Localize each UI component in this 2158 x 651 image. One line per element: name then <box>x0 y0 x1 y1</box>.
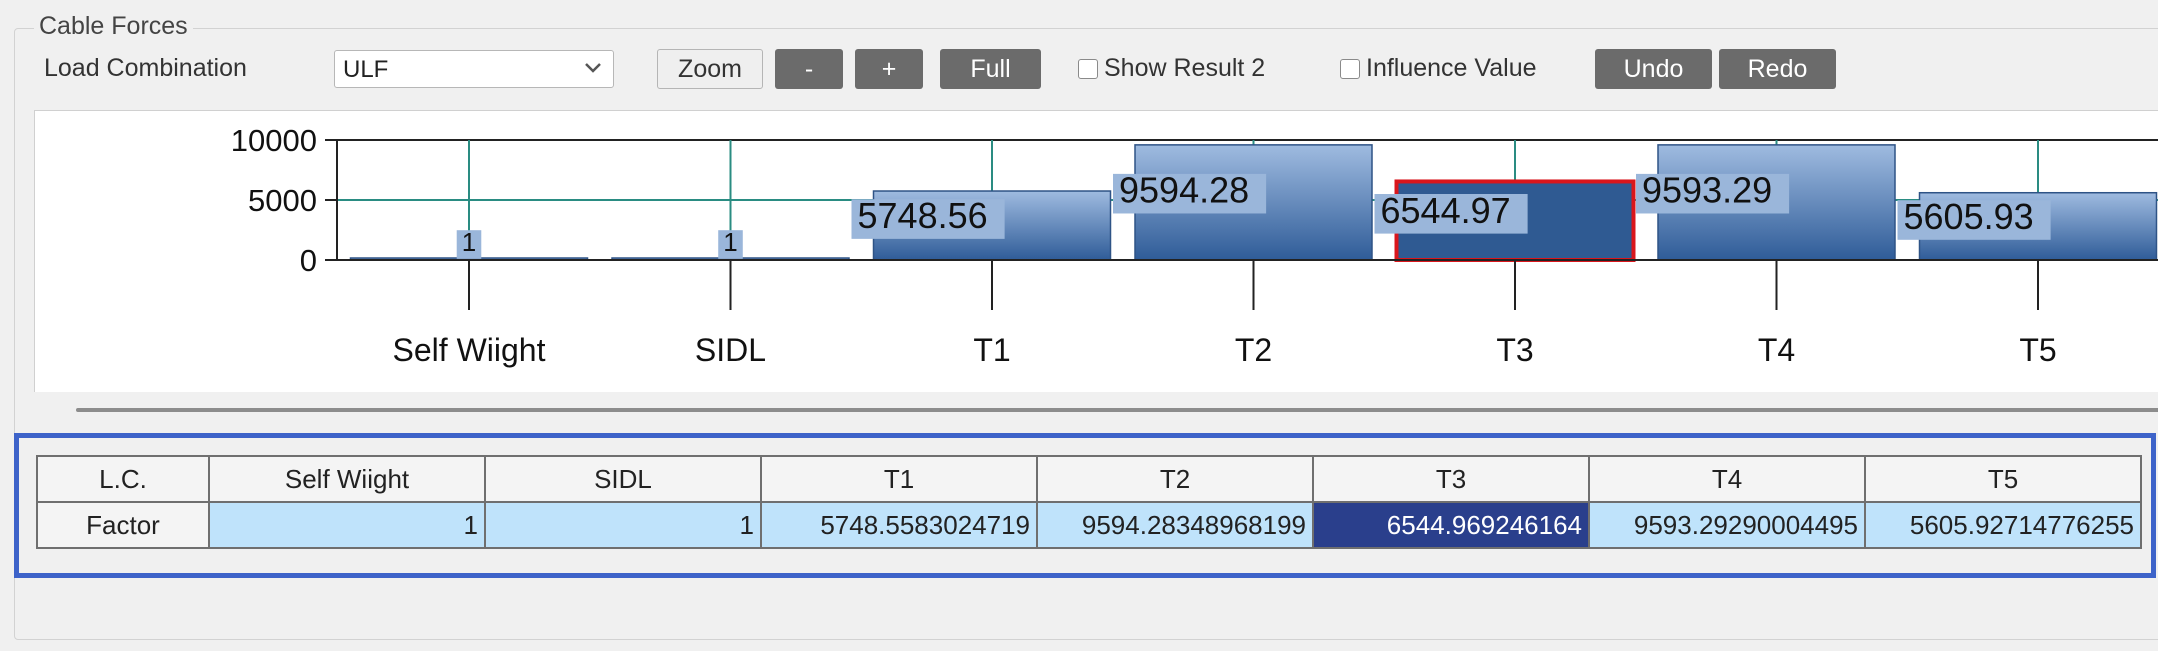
factor-cell[interactable]: 5748.5583024719 <box>760 501 1038 549</box>
load-combination-label: Load Combination <box>44 54 247 82</box>
y-tick-label: 0 <box>300 243 317 278</box>
x-tick-label: T2 <box>1235 332 1272 368</box>
data-label: 1 <box>462 227 476 257</box>
factor-cell[interactable]: 1 <box>208 501 486 549</box>
data-label: 5748.56 <box>858 195 988 236</box>
y-tick-label: 10000 <box>231 123 317 158</box>
influence-value-label: Influence Value <box>1366 54 1537 82</box>
influence-value-box[interactable] <box>1340 58 1360 79</box>
table-row-factor: Factor 1 1 5748.5583024719 9594.28348968… <box>36 501 2142 549</box>
x-tick-label: T5 <box>2019 332 2056 368</box>
x-tick-label: T4 <box>1758 332 1795 368</box>
header-cell[interactable]: Self Wiight <box>208 455 486 503</box>
cable-forces-chart[interactable]: 10000 5000 0 Self Wiight SIDL T1 T2 T3 T4 T5 1 1 574… <box>34 110 2158 392</box>
factor-cell[interactable]: 9594.28348968199 <box>1036 501 1314 549</box>
row-header-factor[interactable]: Factor <box>36 501 210 549</box>
factor-table: L.C. Self Wiight SIDL T1 T2 T3 T4 T5 Fac… <box>36 455 2142 549</box>
zoom-out-button[interactable]: - <box>775 49 843 89</box>
group-title: Cable Forces <box>34 12 193 41</box>
zoom-in-button[interactable]: + <box>855 49 923 89</box>
chevron-down-icon <box>585 63 601 73</box>
show-result-2-box[interactable] <box>1078 58 1098 79</box>
table-header-row: L.C. Self Wiight SIDL T1 T2 T3 T4 T5 <box>36 455 2142 503</box>
bar-chart: 10000 5000 0 Self Wiight SIDL T1 T2 T3 T4 T5 1 1 574… <box>231 123 2158 368</box>
show-result-2-checkbox[interactable]: Show Result 2 <box>1078 54 1265 83</box>
data-label: 1 <box>723 227 737 257</box>
header-cell[interactable]: T3 <box>1312 455 1590 503</box>
undo-button[interactable]: Undo <box>1595 49 1712 89</box>
y-tick-label: 5000 <box>248 183 317 218</box>
header-cell[interactable]: SIDL <box>484 455 762 503</box>
x-tick-label: Self Wiight <box>393 332 546 368</box>
factor-cell-selected[interactable]: 6544.969246164 <box>1312 501 1590 549</box>
show-result-2-label: Show Result 2 <box>1104 54 1266 82</box>
data-label: 6544.97 <box>1381 190 1511 231</box>
data-label: 5605.93 <box>1904 196 2034 237</box>
header-corner: L.C. <box>36 455 210 503</box>
factor-cell[interactable]: 9593.29290004495 <box>1588 501 1866 549</box>
data-label: 9594.28 <box>1119 170 1249 211</box>
redo-button[interactable]: Redo <box>1719 49 1836 89</box>
splitter-handle[interactable] <box>76 408 2158 412</box>
load-combination-value: ULF <box>343 56 389 83</box>
full-button[interactable]: Full <box>940 49 1041 89</box>
header-cell[interactable]: T5 <box>1864 455 2142 503</box>
factor-cell[interactable]: 1 <box>484 501 762 549</box>
x-tick-label: SIDL <box>695 332 766 368</box>
header-cell[interactable]: T2 <box>1036 455 1314 503</box>
influence-value-checkbox[interactable]: Influence Value <box>1340 54 1537 83</box>
header-cell[interactable]: T4 <box>1588 455 1866 503</box>
zoom-button[interactable]: Zoom <box>657 49 763 89</box>
header-cell[interactable]: T1 <box>760 455 1038 503</box>
data-label: 9593.29 <box>1642 170 1772 211</box>
factor-cell[interactable]: 5605.92714776255 <box>1864 501 2142 549</box>
x-tick-label: T1 <box>973 332 1010 368</box>
load-combination-select[interactable]: ULF <box>334 50 614 88</box>
x-tick-label: T3 <box>1496 332 1533 368</box>
